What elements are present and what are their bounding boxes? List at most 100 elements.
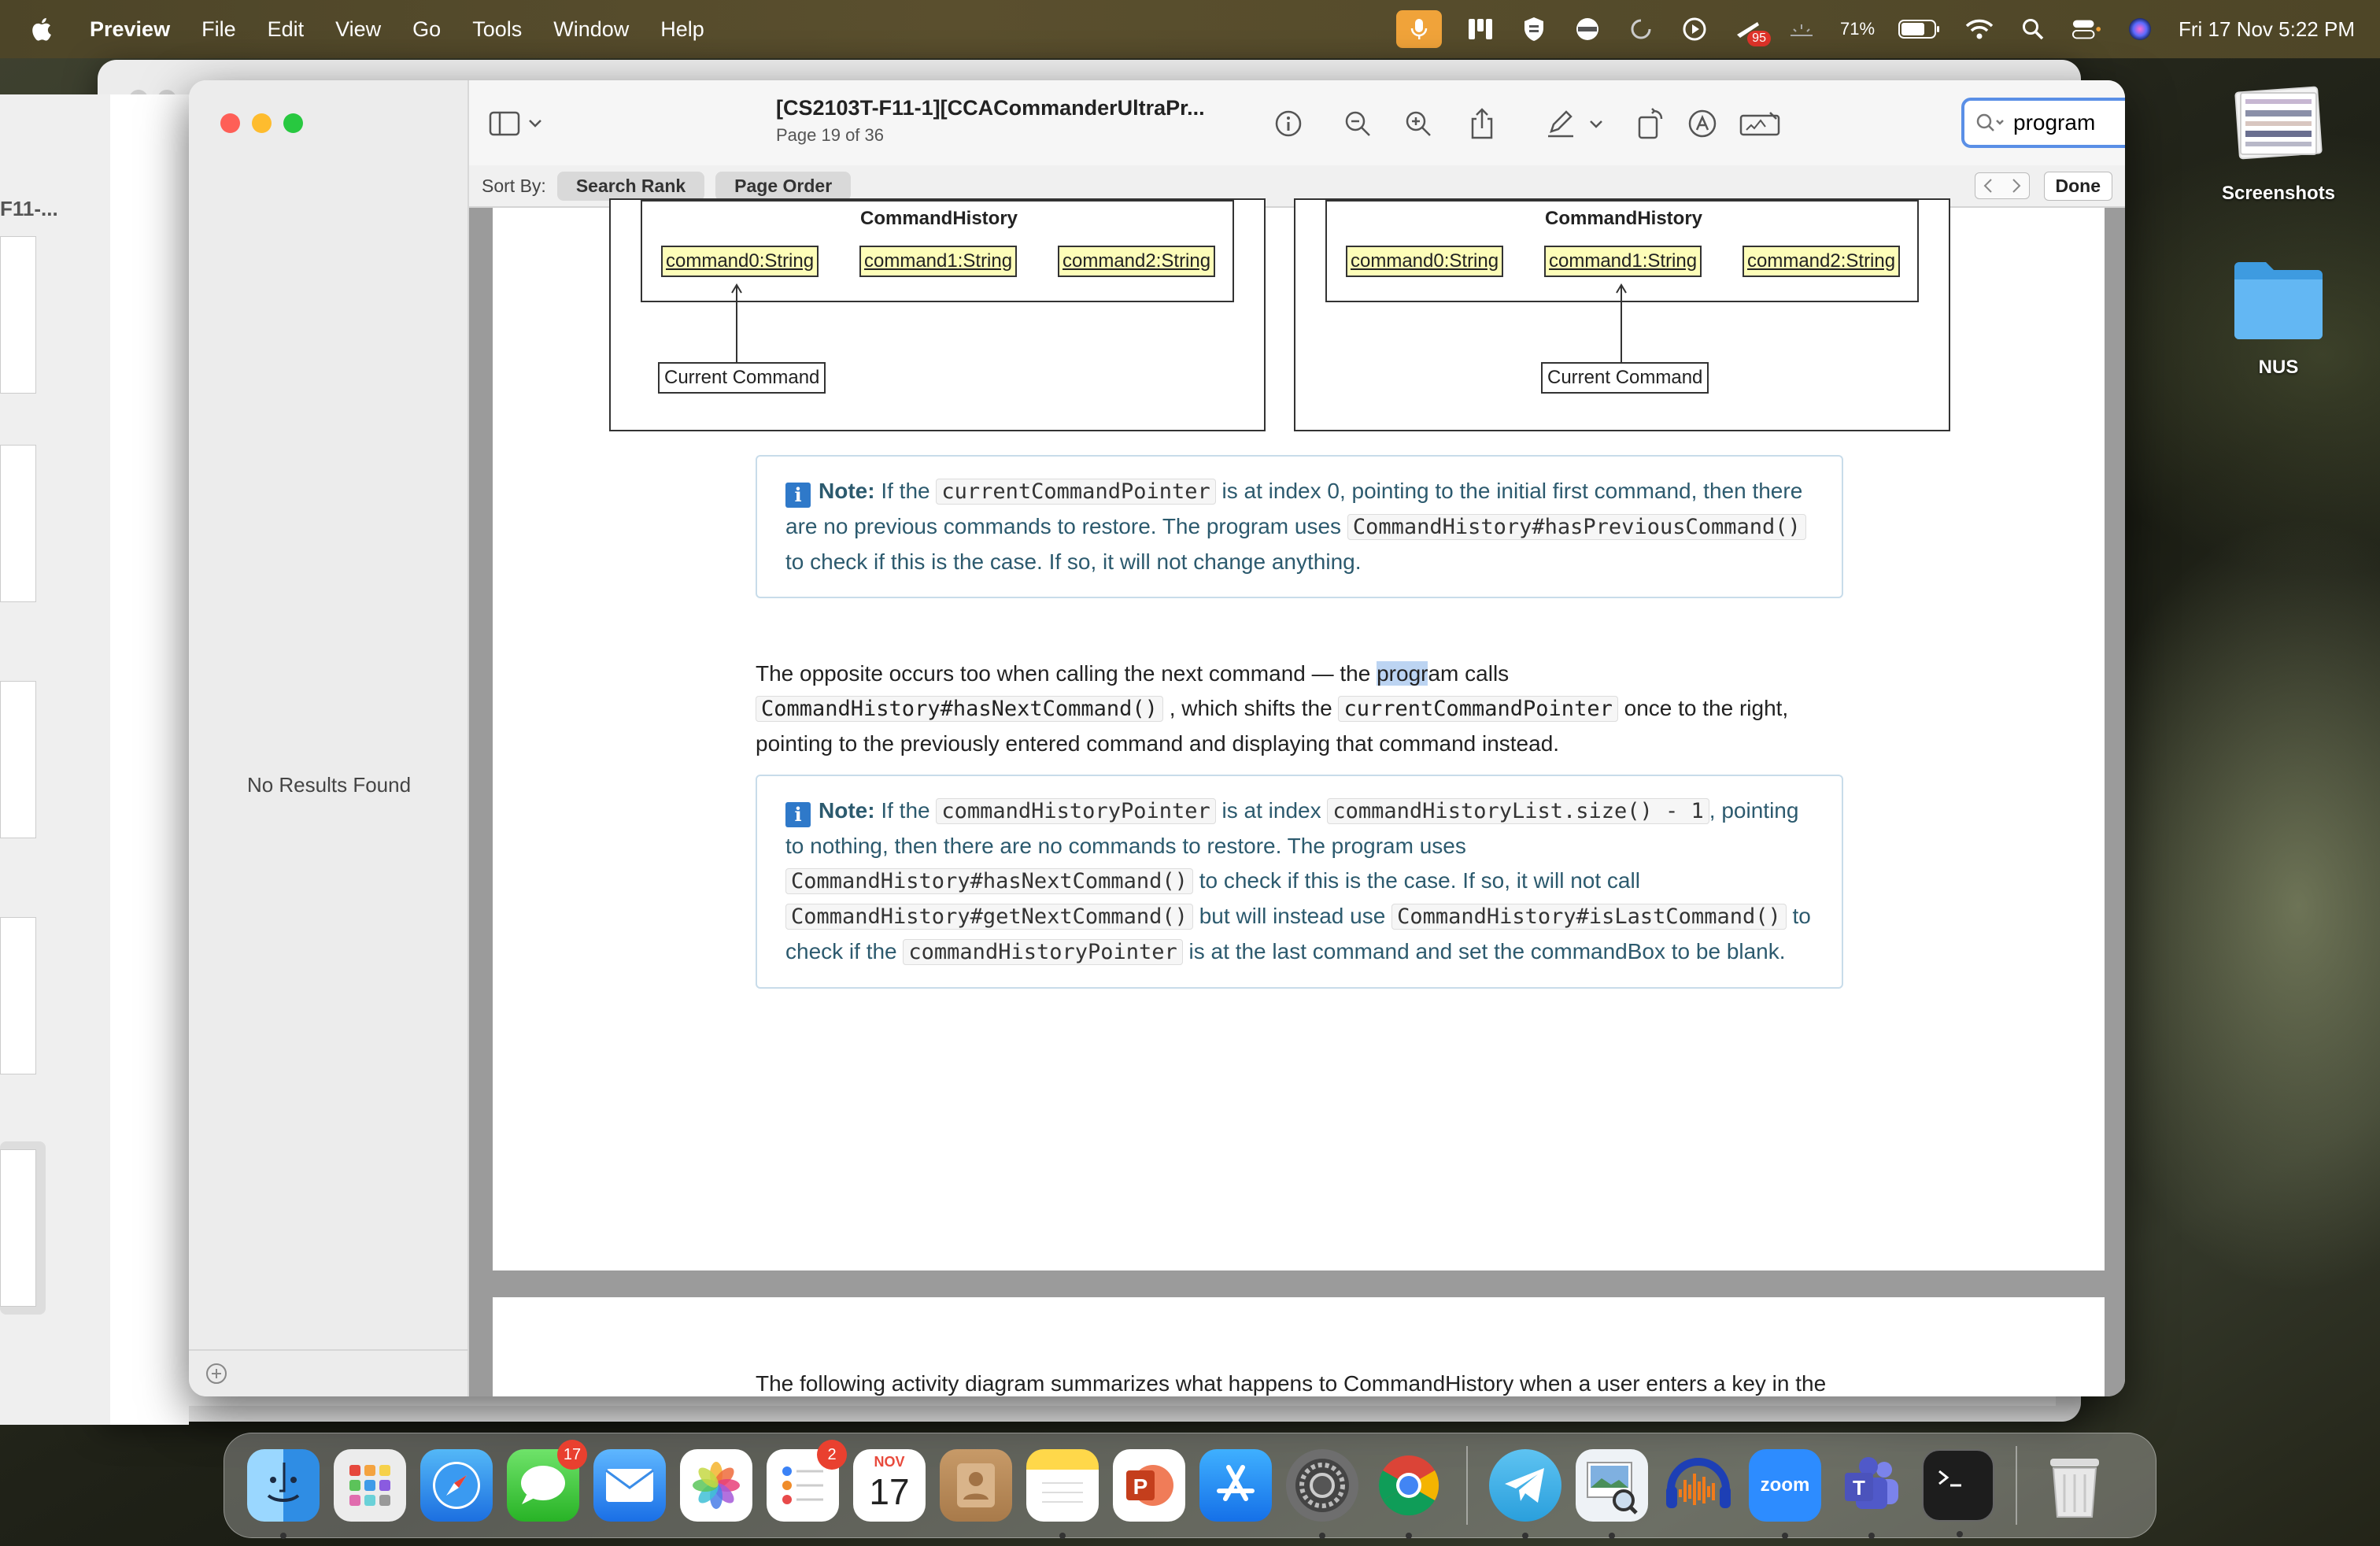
reminders-badge: 2: [817, 1440, 847, 1470]
dock-notes-icon[interactable]: [1026, 1449, 1099, 1539]
menu-help[interactable]: Help: [660, 17, 704, 42]
dock-safari-icon[interactable]: [420, 1449, 493, 1522]
zoom-button[interactable]: [283, 113, 303, 133]
command0-cell: command0:String: [661, 246, 819, 277]
command1-cell: command1:String: [1544, 246, 1702, 277]
menu-tools[interactable]: Tools: [472, 17, 522, 42]
wifi-icon[interactable]: [1964, 15, 1994, 43]
rotate-icon[interactable]: [1631, 104, 1670, 143]
note-box-2: i Note: If the commandHistoryPointer is a…: [756, 775, 1843, 989]
minimize-button[interactable]: [252, 113, 272, 133]
dock-launchpad-icon[interactable]: [334, 1449, 406, 1522]
sync-icon[interactable]: [1626, 15, 1656, 43]
dock-zoom-icon[interactable]: zoom: [1749, 1449, 1821, 1539]
dock-separator: [2016, 1446, 2017, 1525]
dock-preview-icon[interactable]: [1576, 1449, 1648, 1539]
code-has-next-command: CommandHistory#hasNextCommand(): [756, 696, 1163, 722]
microphone-icon[interactable]: [1395, 10, 1442, 48]
menu-go[interactable]: Go: [412, 17, 441, 42]
zoom-in-icon[interactable]: [1399, 104, 1438, 143]
headset-icon[interactable]: [1572, 15, 1602, 43]
desktop-screenshots-folder[interactable]: Screenshots: [2222, 79, 2335, 205]
pdf-page-20: The following activity diagram summarize…: [493, 1297, 2105, 1396]
screenshot-stack-icon: [2234, 86, 2323, 160]
dock-calendar-icon[interactable]: NOV 17: [853, 1449, 926, 1522]
zoom-out-icon[interactable]: [1338, 104, 1377, 143]
paragraph-next-command: The opposite occurs too when calling the…: [756, 661, 1789, 756]
menu-app-name[interactable]: Preview: [90, 17, 170, 42]
dock-finder-icon[interactable]: [247, 1449, 320, 1539]
pointer-arrow: [731, 283, 742, 367]
menu-view[interactable]: View: [335, 17, 381, 42]
add-icon[interactable]: [205, 1362, 228, 1385]
document-view[interactable]: CommandHistory command0:String command1:…: [469, 198, 2125, 1396]
info-icon[interactable]: [1269, 104, 1308, 143]
search-input[interactable]: program: [2013, 110, 2125, 135]
dock-system-settings-icon[interactable]: [1286, 1449, 1358, 1539]
dock-trash-icon[interactable]: [2038, 1449, 2111, 1522]
close-button[interactable]: [220, 113, 240, 133]
markup-dropdown-chevron-icon[interactable]: [1582, 104, 1610, 143]
page-thumbnail[interactable]: [0, 236, 36, 394]
current-command-box: Current Command: [1541, 362, 1709, 394]
dock-mail-icon[interactable]: [593, 1449, 666, 1522]
screenshots-label: Screenshots: [2221, 183, 2336, 204]
sort-search-rank-button[interactable]: Search Rank: [556, 171, 705, 201]
dock-photos-icon[interactable]: [680, 1449, 752, 1522]
signature-icon[interactable]: [1736, 104, 1783, 143]
background-thumbnail-strip: F11-...: [0, 94, 189, 1425]
brightness-icon[interactable]: [1787, 15, 1816, 43]
code-has-previous-command: CommandHistory#hasPreviousCommand(): [1347, 514, 1806, 540]
clock[interactable]: Fri 17 Nov 5:22 PM: [2179, 17, 2355, 42]
preview-window[interactable]: No Results Found [CS2103T-F11-1][CCAComm…: [189, 80, 2125, 1396]
page-thumbnail[interactable]: [0, 445, 36, 602]
next-result-icon[interactable]: [2002, 173, 2029, 198]
dashboard-icon[interactable]: [1465, 15, 1495, 43]
menu-edit[interactable]: Edit: [268, 17, 305, 42]
play-icon[interactable]: [1680, 15, 1709, 43]
sidebar-toggle-icon[interactable]: [486, 104, 549, 143]
code-command-history-pointer: commandHistoryPointer: [936, 798, 1216, 824]
dock-teams-icon[interactable]: T: [1835, 1449, 1908, 1539]
dock: 17 2 NOV 17 P zoom T: [224, 1433, 2156, 1539]
menu-window[interactable]: Window: [553, 17, 629, 42]
paragraph-activity-diagram: The following activity diagram summarize…: [756, 1371, 1827, 1396]
dock-app-store-icon[interactable]: [1199, 1449, 1272, 1522]
sort-page-order-button[interactable]: Page Order: [715, 171, 852, 201]
svg-text:T: T: [1853, 1476, 1865, 1500]
dock-powerpoint-icon[interactable]: P: [1113, 1449, 1185, 1522]
page-thumbnail-selected[interactable]: [0, 1141, 46, 1315]
zoom-label: zoom: [1760, 1474, 1810, 1496]
markup-pen-icon[interactable]: [1541, 104, 1580, 143]
control-center-icon[interactable]: [2071, 15, 2101, 43]
dock-reminders-icon[interactable]: 2: [767, 1440, 847, 1522]
search-field[interactable]: program: [1961, 98, 2125, 148]
dock-terminal-icon[interactable]: [1922, 1449, 1994, 1537]
dock-chrome-icon[interactable]: [1373, 1449, 1445, 1539]
sort-by-label: Sort By:: [482, 175, 546, 196]
apple-menu-icon[interactable]: [30, 16, 52, 43]
annotate-icon[interactable]: [1683, 104, 1722, 143]
dock-telegram-icon[interactable]: [1489, 1449, 1561, 1539]
desktop-nus-folder[interactable]: NUS: [2227, 256, 2330, 379]
messages-badge: 17: [557, 1440, 587, 1470]
notifications-icon[interactable]: 95: [1733, 15, 1771, 46]
background-window-title: F11-...: [0, 197, 58, 220]
spotlight-search-icon[interactable]: [2018, 15, 2048, 43]
calendar-month: NOV: [874, 1454, 905, 1470]
battery-icon[interactable]: [1898, 15, 1941, 43]
menu-file[interactable]: File: [201, 17, 236, 42]
dock-messages-icon[interactable]: 17: [507, 1440, 587, 1522]
done-button[interactable]: Done: [2043, 171, 2112, 201]
dock-audacity-icon[interactable]: [1662, 1449, 1735, 1522]
code-get-next-command: CommandHistory#getNextCommand(): [785, 904, 1193, 930]
previous-result-icon[interactable]: [1975, 173, 2002, 198]
page-thumbnail[interactable]: [0, 917, 36, 1074]
code-is-last-command: CommandHistory#isLastCommand(): [1391, 904, 1787, 930]
dock-contacts-icon[interactable]: [940, 1449, 1012, 1522]
document-title[interactable]: [CS2103T-F11-1][CCACommanderUltraPr...: [776, 96, 1205, 120]
siri-icon[interactable]: [2125, 15, 2155, 43]
page-thumbnail[interactable]: [0, 681, 36, 838]
share-icon[interactable]: [1462, 104, 1502, 143]
vpn-shield-icon[interactable]: [1519, 15, 1549, 43]
